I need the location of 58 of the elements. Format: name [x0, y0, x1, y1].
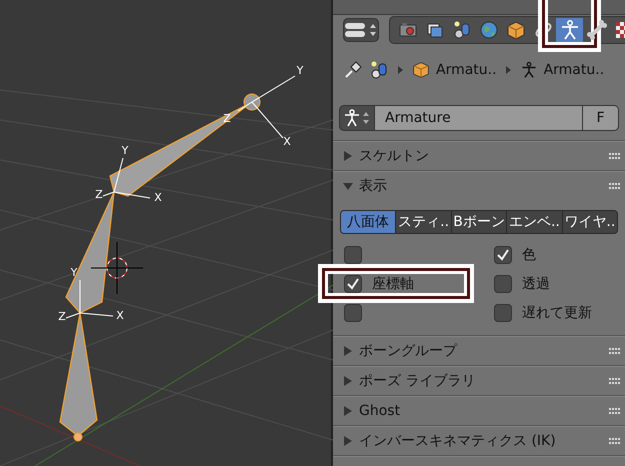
bone-icon: [586, 19, 608, 41]
collapse-icon[interactable]: [343, 180, 353, 190]
3d-cursor-icon: [90, 242, 144, 294]
panel-title[interactable]: ボーングループ: [359, 342, 603, 360]
axis-label: Y: [122, 144, 128, 157]
draw-type-tab[interactable]: エンベ..: [507, 210, 563, 234]
axis-label: Y: [70, 266, 78, 279]
panel-title[interactable]: 表示: [359, 176, 603, 194]
breadcrumb-label: Armatu..: [544, 62, 604, 78]
draw-type-tab[interactable]: 八面体: [340, 210, 396, 234]
armature-icon: [520, 61, 538, 79]
panel-title[interactable]: スケルトン: [359, 146, 603, 164]
axis-label: Z: [58, 310, 66, 323]
checkbox[interactable]: [344, 304, 362, 322]
expand-icon[interactable]: [343, 406, 353, 416]
axis-label: X: [116, 309, 124, 322]
armature-icon: [343, 108, 371, 128]
fake-user-button[interactable]: F: [583, 105, 619, 131]
view-toggle-button[interactable]: [343, 18, 379, 42]
checkbox[interactable]: [494, 304, 512, 322]
breadcrumb-label: Armatu..: [436, 62, 497, 78]
axis-label: X: [283, 135, 291, 148]
checkbox[interactable]: [494, 246, 512, 264]
drag-handle-icon[interactable]: [609, 376, 621, 384]
checkbox-label: 座標軸: [372, 274, 414, 292]
axis-label: X: [154, 191, 162, 204]
panel-title[interactable]: Ghost: [359, 402, 603, 418]
panel-title[interactable]: インバースキネマティクス (IK): [359, 432, 603, 450]
drag-handle-icon[interactable]: [609, 152, 621, 160]
cube-icon: [412, 61, 430, 79]
datablock-name-field[interactable]: Armature: [375, 105, 583, 131]
datablock-browse-button[interactable]: [339, 105, 375, 131]
axis-label: Z: [95, 188, 103, 201]
expand-icon[interactable]: [343, 436, 353, 446]
checkbox-label: 透過: [522, 274, 550, 292]
drag-handle-icon[interactable]: [609, 182, 621, 190]
cube-icon: [504, 19, 526, 41]
drag-handle-icon[interactable]: [609, 436, 621, 444]
axis-label: Y: [296, 64, 304, 77]
checkbox[interactable]: [344, 274, 362, 292]
draw-type-tab[interactable]: Bボーン: [452, 210, 508, 234]
checkbox-label: 色: [522, 246, 536, 264]
scene-icon: [369, 60, 389, 80]
checkbox[interactable]: [344, 246, 362, 264]
expand-icon[interactable]: [343, 346, 353, 356]
checkbox-label: 遅れて更新: [522, 304, 592, 322]
toggle-icon: [344, 21, 378, 39]
pin-icon[interactable]: [343, 60, 363, 80]
drag-handle-icon[interactable]: [609, 346, 621, 354]
armature-tab[interactable]: [556, 18, 583, 42]
draw-type-tab[interactable]: ワイヤ..: [562, 210, 618, 234]
globe-icon: [478, 19, 500, 41]
panel-title[interactable]: ポーズ ライブラリ: [359, 372, 603, 390]
expand-icon[interactable]: [343, 150, 353, 160]
drag-handle-icon[interactable]: [609, 406, 621, 414]
expand-icon[interactable]: [343, 376, 353, 386]
draw-type-tab[interactable]: スティ..: [396, 210, 452, 234]
checkbox[interactable]: [494, 274, 512, 292]
